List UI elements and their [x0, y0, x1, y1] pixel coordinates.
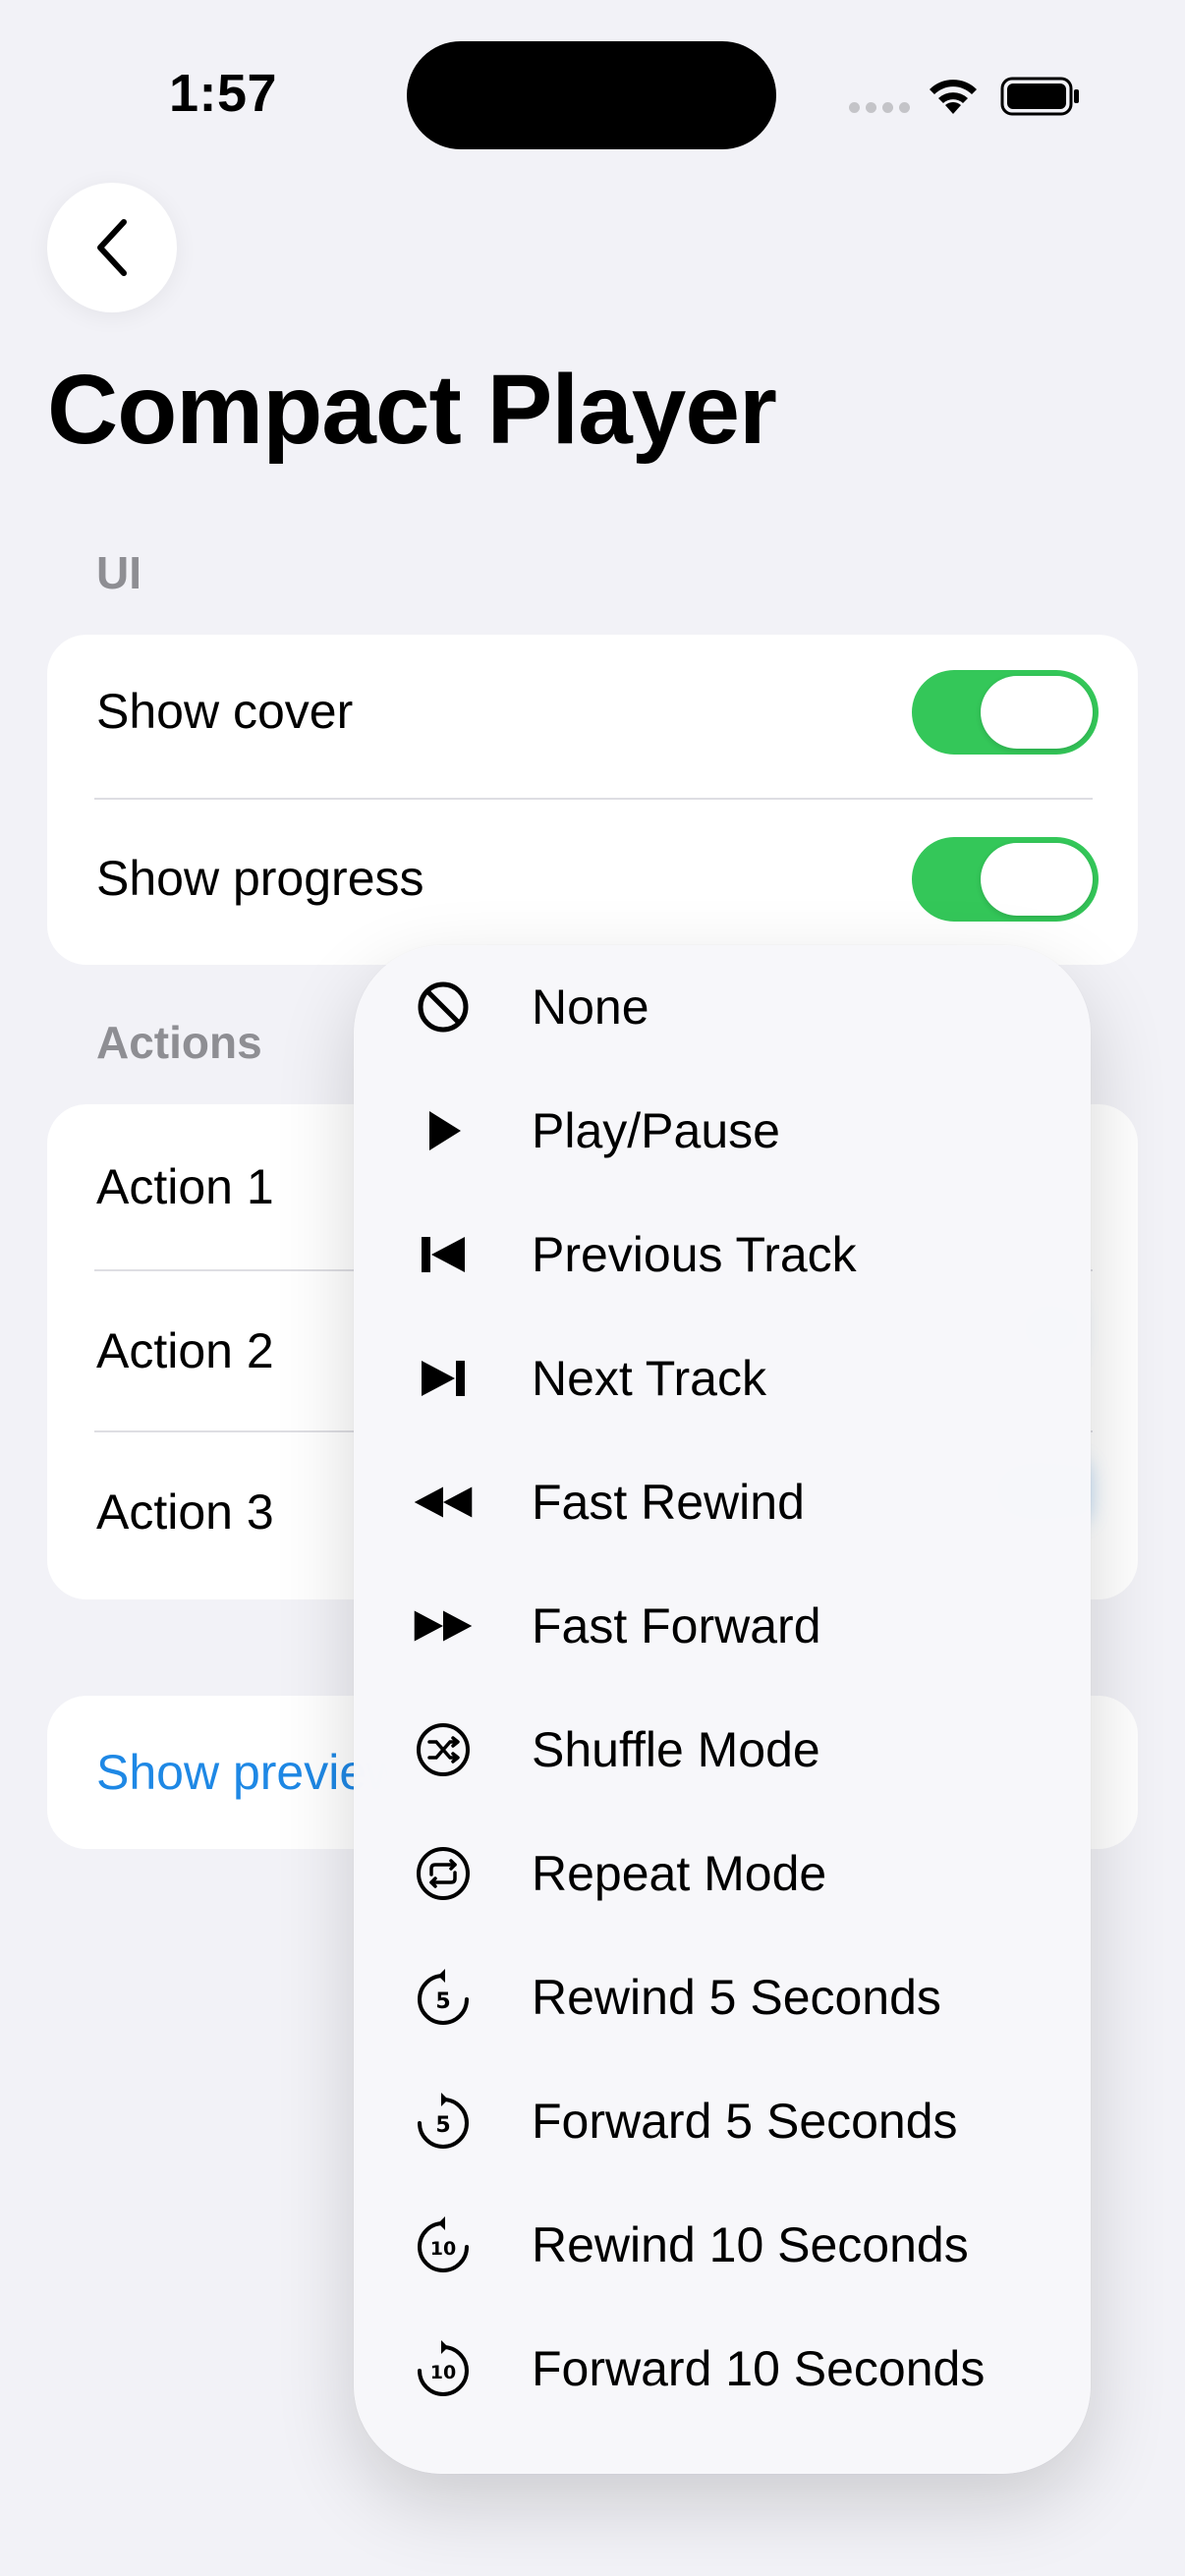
svg-text:10: 10: [430, 2238, 456, 2260]
status-bar: 1:57: [0, 0, 1185, 187]
menu-item-next-track[interactable]: Next Track: [354, 1316, 1091, 1440]
show-progress-toggle[interactable]: [912, 837, 1099, 922]
rewind-icon: [413, 1472, 474, 1533]
battery-icon: [1000, 77, 1079, 116]
svg-text:5: 5: [435, 1989, 450, 2014]
menu-item-rewind-10-seconds[interactable]: 10 Rewind 10 Seconds: [354, 2183, 1091, 2307]
menu-item-label: Forward 5 Seconds: [532, 2094, 958, 2149]
menu-item-play-pause[interactable]: Play/Pause: [354, 1069, 1091, 1193]
menu-item-repeat-mode[interactable]: Repeat Mode: [354, 1812, 1091, 1935]
action-1-label: Action 1: [96, 1159, 274, 1214]
menu-item-label: Next Track: [532, 1351, 766, 1406]
section-header-actions: Actions: [96, 1017, 262, 1068]
menu-item-rewind-5-seconds[interactable]: 5 Rewind 5 Seconds: [354, 1935, 1091, 2059]
menu-item-label: Rewind 10 Seconds: [532, 2217, 969, 2272]
show-progress-row[interactable]: Show progress: [47, 802, 1138, 955]
show-cover-toggle[interactable]: [912, 670, 1099, 755]
repeat-icon: [413, 1843, 474, 1904]
action-3-label: Action 3: [96, 1484, 274, 1540]
back-button[interactable]: [47, 183, 177, 312]
menu-item-label: Repeat Mode: [532, 1846, 827, 1901]
forward-10-icon: 10: [413, 2338, 474, 2399]
menu-item-fast-forward[interactable]: Fast Forward: [354, 1564, 1091, 1688]
show-cover-row[interactable]: Show cover: [47, 635, 1138, 788]
forward-5-icon: 5: [413, 2091, 474, 2152]
play-icon: [413, 1100, 474, 1161]
menu-item-label: Rewind 5 Seconds: [532, 1970, 941, 2025]
rewind-10-icon: 10: [413, 2214, 474, 2275]
ui-settings-card: Show cover Show progress: [47, 635, 1138, 965]
show-progress-label: Show progress: [96, 851, 424, 906]
menu-item-forward-5-seconds[interactable]: 5 Forward 5 Seconds: [354, 2059, 1091, 2183]
menu-item-fast-rewind[interactable]: Fast Rewind: [354, 1440, 1091, 1564]
menu-item-label: Shuffle Mode: [532, 1722, 820, 1777]
action-picker-menu: None Play/Pause Previous Track Next Trac…: [354, 945, 1091, 2474]
action-2-label: Action 2: [96, 1323, 274, 1378]
menu-item-forward-10-seconds[interactable]: 10 Forward 10 Seconds: [354, 2307, 1091, 2431]
show-cover-label: Show cover: [96, 684, 354, 739]
page-title: Compact Player: [47, 355, 777, 465]
menu-item-label: Previous Track: [532, 1227, 857, 1282]
dynamic-island: [407, 41, 776, 149]
menu-item-none[interactable]: None: [354, 945, 1091, 1069]
cellular-signal-icon: [849, 102, 910, 113]
svg-text:10: 10: [430, 2362, 456, 2383]
menu-item-previous-track[interactable]: Previous Track: [354, 1193, 1091, 1316]
rewind-5-icon: 5: [413, 1967, 474, 2028]
status-time: 1:57: [169, 64, 278, 123]
previous-track-icon: [413, 1224, 474, 1285]
menu-item-label: Play/Pause: [532, 1103, 780, 1158]
menu-item-label: Fast Forward: [532, 1598, 821, 1653]
divider: [94, 798, 1093, 800]
menu-item-label: None: [532, 980, 649, 1035]
next-track-icon: [413, 1348, 474, 1409]
prohibited-icon: [413, 977, 474, 1037]
menu-item-label: Fast Rewind: [532, 1475, 805, 1530]
section-header-ui: UI: [96, 547, 141, 598]
shuffle-icon: [413, 1719, 474, 1780]
wifi-icon: [930, 80, 977, 114]
fast-forward-icon: [413, 1596, 474, 1656]
chevron-left-icon: [97, 219, 127, 276]
svg-text:5: 5: [435, 2113, 450, 2138]
menu-item-label: Forward 10 Seconds: [532, 2341, 986, 2396]
menu-item-shuffle-mode[interactable]: Shuffle Mode: [354, 1688, 1091, 1812]
